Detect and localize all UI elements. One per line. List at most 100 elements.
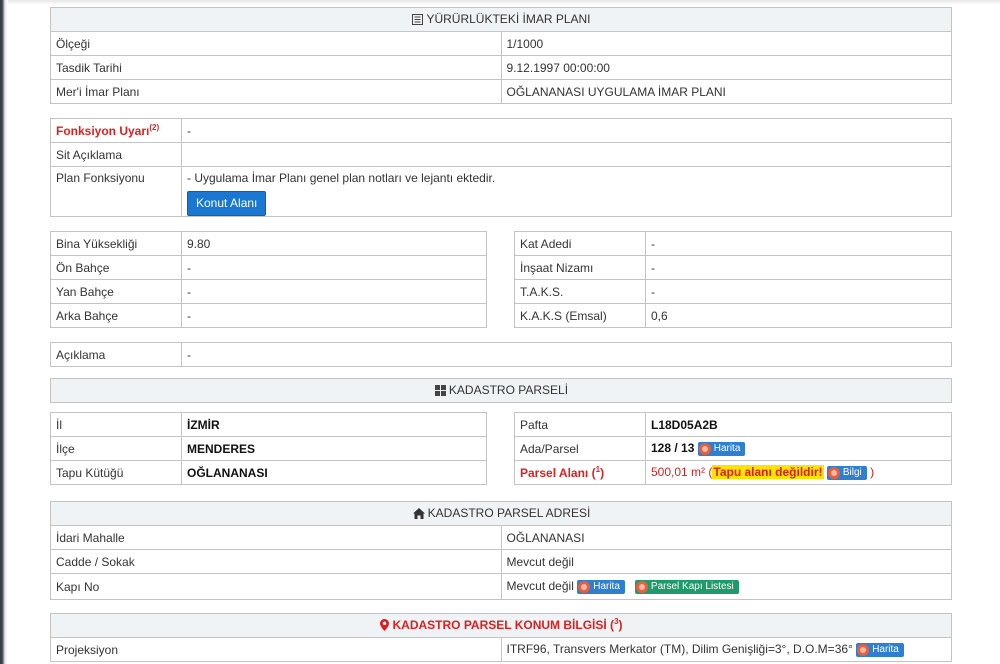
kadastro-right-table: Pafta L18D05A2B Ada/Parsel 128 / 13 Harit… [514, 412, 952, 485]
projeksiyon-cell: ITRF96, Transvers Merkator (TM), Dilim G… [500, 637, 952, 662]
imar-plani-table: YÜRÜRLÜKTEKİ İMAR PLANI Ölçeği 1/1000 Ta… [50, 7, 952, 104]
imar-plani-section: YÜRÜRLÜKTEKİ İMAR PLANI Ölçeği 1/1000 Ta… [50, 7, 952, 104]
kadastro-title: KADASTRO PARSELİ [448, 382, 569, 397]
olcek-value: 1/1000 [500, 31, 952, 56]
kapi-no-label: Kapı No [50, 573, 502, 600]
kadastro-header-block: KADASTRO PARSELİ [50, 378, 952, 403]
konum-harita-button[interactable]: Harita [856, 642, 904, 657]
adres-section: KADASTRO PARSEL ADRESİ İdari Mahalle OĞL… [50, 501, 952, 600]
sit-aciklama-value [181, 142, 952, 167]
bina-yuksekligi-value: 9.80 [181, 231, 487, 256]
meri-plan-value: OĞLANANASI UYGULAMA İMAR PLANI [500, 79, 952, 104]
il-value: İZMİR [181, 412, 487, 437]
tapu-warning: Tapu alanı değildir! [712, 465, 824, 480]
ada-harita-button[interactable]: Harita [697, 441, 746, 456]
list-icon [635, 580, 648, 593]
parsel-kapi-listesi-label: Parsel Kapı Listesi [650, 580, 734, 592]
pafta-label: Pafta [514, 412, 646, 437]
kaks-value: 0,6 [645, 303, 952, 328]
ada-harita-label: Harita [713, 442, 741, 454]
kadastro-header-table: KADASTRO PARSELİ [50, 378, 952, 403]
on-bahce-label: Ön Bahçe [50, 255, 182, 280]
parsel-kapi-listesi-button[interactable]: Parsel Kapı Listesi [634, 579, 739, 594]
map-marker-icon [380, 619, 390, 634]
tasdik-tarihi-label: Tasdik Tarihi [50, 55, 502, 80]
fonksiyon-uyari-value: - [181, 118, 952, 143]
konum-header: KADASTRO PARSEL KONUM BİLGİSİ (3) [50, 613, 952, 638]
sit-aciklama-label: Sit Açıklama [50, 142, 182, 167]
aciklama-table: Açıklama - [50, 342, 952, 367]
ilce-label: İlçe [50, 436, 182, 461]
konum-title: KADASTRO PARSEL KONUM BİLGİSİ [392, 618, 607, 632]
on-bahce-value: - [181, 255, 487, 280]
parsel-alani-value: 500,01 m² [651, 465, 706, 480]
konum-harita-label: Harita [872, 643, 899, 655]
document-icon [412, 13, 424, 28]
kadastro-left-table: İl İZMİR İlçe MENDERES Tapu Kütüğü OĞLANANA… [50, 412, 487, 485]
tasdik-tarihi-value: 9.12.1997 00:00:00 [500, 55, 952, 80]
olcek-label: Ölçeği [50, 31, 502, 56]
insaat-nizami-value: - [645, 255, 952, 280]
konum-section: KADASTRO PARSEL KONUM BİLGİSİ (3) Projek… [50, 613, 952, 662]
meri-plan-label: Mer'i İmar Planı [50, 79, 502, 104]
idari-mahalle-label: İdari Mahalle [50, 525, 502, 550]
yapilasma-section: Bina Yüksekliği 9.80 Ön Bahçe - Yan Bahçe -… [50, 231, 952, 328]
fonksiyon-table: Fonksiyon Uyarı(2) - Sit Açıklama Plan F… [50, 118, 952, 217]
parsel-alani-cell: 500,01 m² (Tapu alanı değildir! Bilgi ) [645, 460, 952, 485]
fonksiyon-uyari-text: Fonksiyon Uyarı [56, 124, 150, 138]
yapilasma-right-table: Kat Adedi - İnşaat Nizamı - T.A.K.S. - K.A.… [514, 231, 952, 328]
kapi-harita-button[interactable]: Harita [577, 579, 625, 594]
kat-adedi-value: - [645, 231, 952, 256]
home-icon [412, 507, 425, 522]
tapu-kutugu-value: OĞLANANASI [181, 460, 487, 485]
parsel-alani-text: Parsel Alanı [520, 466, 589, 480]
idari-mahalle-value: OĞLANANASI [500, 525, 952, 550]
insaat-nizami-label: İnşaat Nizamı [514, 255, 646, 280]
kadastro-section: İl İZMİR İlçe MENDERES Tapu Kütüğü OĞLANANA… [50, 412, 952, 486]
aciklama-label: Açıklama [50, 342, 182, 367]
konum-table: KADASTRO PARSEL KONUM BİLGİSİ (3) Projek… [50, 613, 952, 662]
tapu-kutugu-label: Tapu Kütüğü [50, 460, 182, 485]
pafta-value: L18D05A2B [645, 412, 952, 437]
plan-fonksiyonu-label: Plan Fonksiyonu [50, 166, 182, 217]
yan-bahce-value: - [181, 279, 487, 304]
fonksiyon-uyari-label: Fonksiyon Uyarı(2) [50, 118, 182, 143]
grid-icon [434, 384, 446, 399]
yapilasma-left-table: Bina Yüksekliği 9.80 Ön Bahçe - Yan Bahçe -… [50, 231, 487, 328]
kapi-no-cell: Mevcut değil Harita Parsel Kapı Listesi [500, 573, 952, 600]
bilgi-button[interactable]: Bilgi [826, 465, 867, 480]
il-label: İl [50, 412, 182, 437]
arka-bahce-label: Arka Bahçe [50, 303, 182, 328]
parsel-alani-sup: 1 [595, 465, 601, 474]
kapi-harita-label: Harita [593, 580, 620, 592]
taks-label: T.A.K.S. [514, 279, 646, 304]
cadde-sokak-value: Mevcut değil [500, 549, 952, 574]
adres-title: KADASTRO PARSEL ADRESİ [427, 505, 591, 520]
kapi-no-value: Mevcut değil [506, 579, 574, 594]
konum-globe-icon [857, 643, 870, 656]
konum-header-sup: 3 [614, 617, 619, 626]
ada-parsel-cell: 128 / 13 Harita [645, 436, 952, 461]
projeksiyon-label: Projeksiyon [50, 637, 502, 662]
kapi-globe-icon [578, 580, 591, 593]
plan-fonksiyonu-cell: - Uygulama İmar Planı genel plan notları… [181, 166, 952, 217]
window-edge [0, 0, 8, 664]
kadastro-header: KADASTRO PARSELİ [50, 378, 952, 403]
adres-table: KADASTRO PARSEL ADRESİ İdari Mahalle OĞL… [50, 501, 952, 600]
plan-note: - Uygulama İmar Planı genel plan notları… [187, 171, 496, 185]
adres-header: KADASTRO PARSEL ADRESİ [50, 501, 952, 526]
projeksiyon-value: ITRF96, Transvers Merkator (TM), Dilim G… [506, 642, 853, 657]
arka-bahce-value: - [181, 303, 487, 328]
alan-close-paren: ) [870, 465, 875, 480]
ilce-value: MENDERES [181, 436, 487, 461]
yan-bahce-label: Yan Bahçe [50, 279, 182, 304]
info-globe-icon [827, 466, 840, 479]
kaks-label: K.A.K.S (Emsal) [514, 303, 646, 328]
taks-value: - [645, 279, 952, 304]
aciklama-section: Açıklama - [50, 342, 952, 367]
konut-alani-button[interactable]: Konut Alanı [187, 191, 267, 216]
ada-parsel-value: 128 / 13 [651, 441, 695, 456]
cadde-sokak-label: Cadde / Sokak [50, 549, 502, 574]
ada-parsel-label: Ada/Parsel [514, 436, 646, 461]
bilgi-label: Bilgi [842, 466, 862, 478]
